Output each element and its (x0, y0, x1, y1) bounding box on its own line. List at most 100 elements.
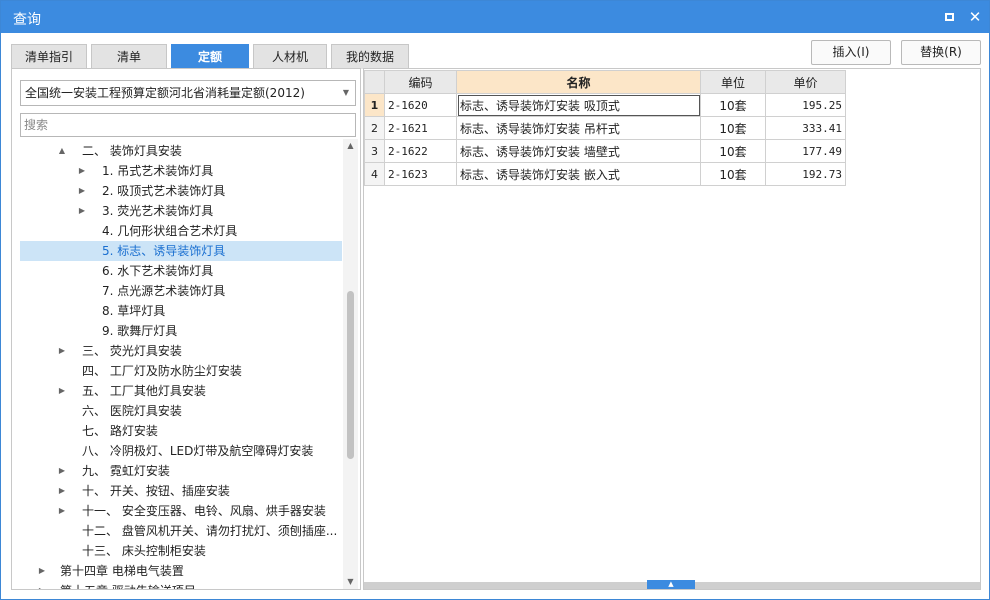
code-cell[interactable]: 2-1621 (384, 116, 457, 140)
tree-item[interactable]: 6. 水下艺术装饰灯具 (20, 261, 342, 281)
unit-cell[interactable]: 10套 (700, 93, 766, 117)
row-number[interactable]: 2 (364, 116, 385, 140)
unit-cell[interactable]: 10套 (700, 162, 766, 186)
tree-item[interactable]: ▶ 第十五章 驱动告输送项目 (20, 581, 342, 589)
name-cell[interactable]: 标志、诱导装饰灯安装 吊杆式 (456, 116, 701, 140)
restore-button[interactable] (939, 7, 959, 27)
tree-item-label: 2. 吸顶式艺术装饰灯具 (102, 184, 226, 198)
title-bar: 查询 ✕ (1, 1, 989, 33)
tree-item-label: 十三、 床头控制柜安装 (82, 544, 206, 558)
collapse-icon[interactable]: ▲ (56, 141, 68, 161)
tree-item[interactable]: ▶ 3. 荧光艺术装饰灯具 (20, 201, 342, 221)
window-title: 查询 (13, 12, 41, 28)
query-window: 查询 ✕ 清单指引 清单 定额 人材机 我的数据 插入(I) 替换(R) 全国统… (0, 0, 990, 600)
unit-cell[interactable]: 10套 (700, 116, 766, 140)
tree-item[interactable]: 8. 草坪灯具 (20, 301, 342, 321)
scrollbar-thumb[interactable] (347, 291, 354, 459)
tree-item[interactable]: 7. 点光源艺术装饰灯具 (20, 281, 342, 301)
scroll-up-icon[interactable]: ▲ (343, 139, 358, 153)
tree-item-label: 十二、 盘管风机开关、请勿打扰灯、须刨插座... (82, 524, 338, 538)
table-header-row: 编码 名称 单位 单价 (364, 70, 846, 94)
tree-item[interactable]: 六、 医院灯具安装 (20, 401, 342, 421)
code-column-header[interactable]: 编码 (384, 70, 457, 94)
name-column-header[interactable]: 名称 (456, 70, 701, 94)
expand-icon[interactable]: ▶ (56, 501, 68, 521)
expand-icon[interactable]: ▶ (56, 341, 68, 361)
table-row[interactable]: 4 2-1623 标志、诱导装饰灯安装 嵌入式 10套 192.73 (364, 162, 846, 186)
tree-item[interactable]: 9. 歌舞厅灯具 (20, 321, 342, 341)
expand-icon[interactable]: ▶ (76, 161, 88, 181)
tab-labor-material-machine[interactable]: 人材机 (253, 44, 327, 69)
expand-icon[interactable]: ▶ (56, 381, 68, 401)
tree-item[interactable]: ▶ 九、 霓虹灯安装 (20, 461, 342, 481)
price-cell[interactable]: 333.41 (765, 116, 846, 140)
replace-button[interactable]: 替换(R) (901, 40, 981, 65)
tree-item[interactable]: ▶ 十一、 安全变压器、电铃、风扇、烘手器安装 (20, 501, 342, 521)
tree-item-label: 八、 冷阴极灯、LED灯带及航空障碍灯安装 (82, 444, 314, 458)
tree-item[interactable]: 四、 工厂灯及防水防尘灯安装 (20, 361, 342, 381)
tree-item-label: 十一、 安全变压器、电铃、风扇、烘手器安装 (82, 504, 326, 518)
unit-cell[interactable]: 10套 (700, 139, 766, 163)
code-cell[interactable]: 2-1622 (384, 139, 457, 163)
chapter-tree: ▲ 二、 装饰灯具安装 ▶ 1. 吊式艺术装饰灯具 ▶ 2. 吸顶式艺术装饰灯具 ▶ 3. 荧… (20, 141, 342, 589)
table-row[interactable]: 1 2-1620 标志、诱导装饰灯安装 吸顶式 10套 195.25 (364, 93, 846, 117)
tree-item[interactable]: 八、 冷阴极灯、LED灯带及航空障碍灯安装 (20, 441, 342, 461)
search-input[interactable] (20, 113, 356, 137)
tree-item-label: 8. 草坪灯具 (102, 304, 166, 318)
tree-item[interactable]: 十三、 床头控制柜安装 (20, 541, 342, 561)
name-cell[interactable]: 标志、诱导装饰灯安装 吸顶式 (456, 93, 701, 117)
insert-button[interactable]: 插入(I) (811, 40, 891, 65)
tree-item-label: 6. 水下艺术装饰灯具 (102, 264, 214, 278)
row-number[interactable]: 3 (364, 139, 385, 163)
tree-item[interactable]: ▶ 第十四章 电梯电气装置 (20, 561, 342, 581)
tree-item[interactable]: ▶ 1. 吊式艺术装饰灯具 (20, 161, 342, 181)
tree-item-label: 七、 路灯安装 (82, 424, 158, 438)
unit-column-header[interactable]: 单位 (700, 70, 766, 94)
scroll-down-icon[interactable]: ▼ (343, 575, 358, 589)
tree-item-label: 三、 荧光灯具安装 (82, 344, 182, 358)
table-row[interactable]: 2 2-1621 标志、诱导装饰灯安装 吊杆式 10套 333.41 (364, 116, 846, 140)
collapse-arrow-icon[interactable]: ▲ (647, 580, 695, 589)
tree-item[interactable]: ▶ 十、 开关、按钮、插座安装 (20, 481, 342, 501)
price-column-header[interactable]: 单价 (765, 70, 846, 94)
library-select-value: 全国统一安装工程预算定额河北省消耗量定额(2012) (25, 86, 305, 100)
tree-item[interactable]: ▶ 三、 荧光灯具安装 (20, 341, 342, 361)
quota-table: 编码 名称 单位 单价 1 2-1620 标志、诱导装饰灯安装 吸顶式 10套 195.… (364, 70, 846, 186)
price-cell[interactable]: 195.25 (765, 93, 846, 117)
tree-item[interactable]: ▶ 五、 工厂其他灯具安装 (20, 381, 342, 401)
row-number[interactable]: 4 (364, 162, 385, 186)
grid-horizontal-scrollbar[interactable]: ▲ (364, 580, 980, 589)
close-icon: ✕ (968, 8, 982, 26)
expand-icon[interactable]: ▶ (76, 181, 88, 201)
expand-icon[interactable]: ▶ (56, 461, 68, 481)
row-number[interactable]: 1 (364, 93, 385, 117)
tab-bill[interactable]: 清单 (91, 44, 167, 69)
tree-item[interactable]: 十二、 盘管风机开关、请勿打扰灯、须刨插座... (20, 521, 342, 541)
name-cell[interactable]: 标志、诱导装饰灯安装 墙壁式 (456, 139, 701, 163)
expand-icon[interactable]: ▶ (36, 581, 48, 589)
price-cell[interactable]: 177.49 (765, 139, 846, 163)
table-row[interactable]: 3 2-1622 标志、诱导装饰灯安装 墙壁式 10套 177.49 (364, 139, 846, 163)
tab-quota[interactable]: 定额 (171, 44, 249, 69)
expand-icon[interactable]: ▶ (76, 201, 88, 221)
tree-item[interactable]: ▲ 二、 装饰灯具安装 (20, 141, 342, 161)
tree-item-label: 四、 工厂灯及防水防尘灯安装 (82, 364, 242, 378)
tree-scrollbar[interactable]: ▲ ▼ (343, 139, 358, 589)
close-button[interactable]: ✕ (965, 7, 985, 27)
expand-icon[interactable]: ▶ (56, 481, 68, 501)
tab-my-data[interactable]: 我的数据 (331, 44, 409, 69)
tree-item[interactable]: ▶ 2. 吸顶式艺术装饰灯具 (20, 181, 342, 201)
tree-item[interactable]: 七、 路灯安装 (20, 421, 342, 441)
tree-item-label: 4. 几何形状组合艺术灯具 (102, 224, 238, 238)
library-select[interactable]: 全国统一安装工程预算定额河北省消耗量定额(2012) ▼ (20, 80, 356, 106)
code-cell[interactable]: 2-1620 (384, 93, 457, 117)
tree-item-label: 5. 标志、诱导装饰灯具 (102, 244, 226, 258)
expand-icon[interactable]: ▶ (36, 561, 48, 581)
name-cell[interactable]: 标志、诱导装饰灯安装 嵌入式 (456, 162, 701, 186)
tree-item[interactable]: 4. 几何形状组合艺术灯具 (20, 221, 342, 241)
code-cell[interactable]: 2-1623 (384, 162, 457, 186)
price-cell[interactable]: 192.73 (765, 162, 846, 186)
tree-item[interactable]: 5. 标志、诱导装饰灯具 (20, 241, 342, 261)
tab-bill-guide[interactable]: 清单指引 (11, 44, 87, 69)
tree-item-label: 第十五章 驱动告输送项目 (60, 581, 196, 589)
